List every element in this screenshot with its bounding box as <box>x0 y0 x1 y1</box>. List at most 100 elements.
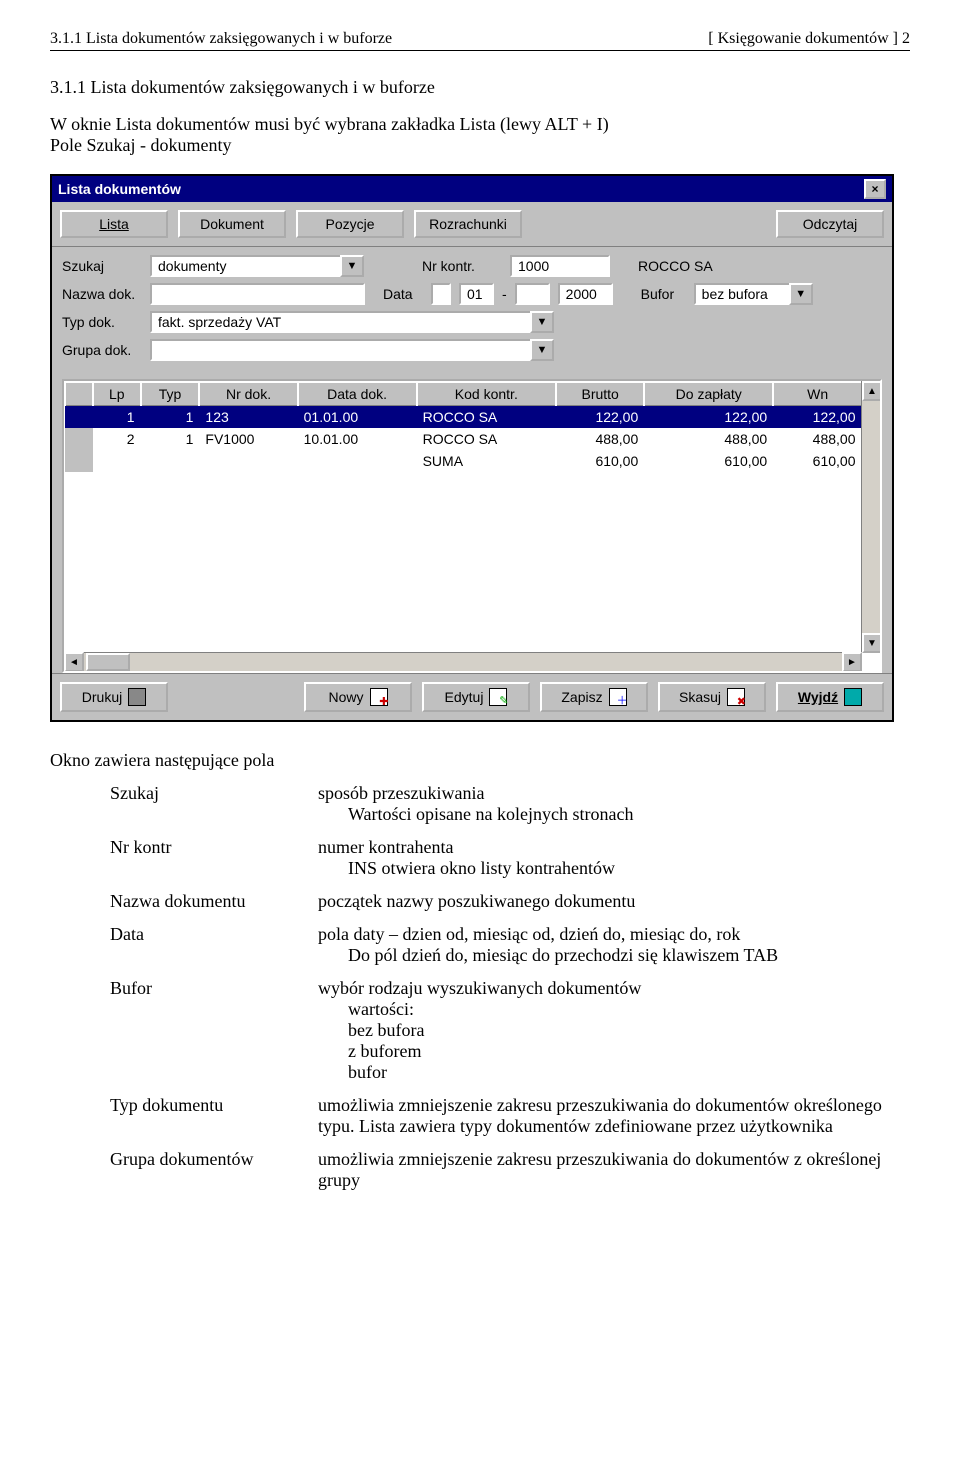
scroll-down-icon[interactable]: ▼ <box>862 633 882 653</box>
chevron-down-icon[interactable]: ▼ <box>789 283 813 305</box>
definition-term: Typ dokumentu <box>50 1089 314 1143</box>
definition-term: Bufor <box>50 972 314 1089</box>
scroll-left-icon[interactable]: ◄ <box>64 652 84 672</box>
grupa-dok-input[interactable] <box>150 339 530 361</box>
nr-kontr-label: Nr kontr. <box>422 258 502 274</box>
definition-desc: sposób przeszukiwaniaWartości opisane na… <box>314 777 910 831</box>
definition-row: Buforwybór rodzaju wyszukiwanych dokumen… <box>50 972 910 1089</box>
col-kod[interactable]: Kod kontr. <box>417 382 556 406</box>
col-nr[interactable]: Nr dok. <box>199 382 297 406</box>
tab-dokument[interactable]: Dokument <box>178 210 286 238</box>
bottom-toolbar: Drukuj Nowy Edytuj Zapisz Skasuj Wyjdź <box>52 673 892 720</box>
page-header-right: [ Księgowanie dokumentów ] 2 <box>708 30 910 48</box>
delete-icon <box>727 688 745 706</box>
new-button[interactable]: Nowy <box>304 682 412 712</box>
horizontal-scrollbar[interactable]: ◄ ► <box>64 652 862 671</box>
page-header: 3.1.1 Lista dokumentów zaksięgowanych i … <box>50 30 910 51</box>
date-extra[interactable] <box>431 283 451 305</box>
col-doz[interactable]: Do zapłaty <box>644 382 773 406</box>
print-button[interactable]: Drukuj <box>60 682 168 712</box>
table-row[interactable]: 2 1 FV1000 10.01.00 ROCCO SA 488,00 488,… <box>65 428 862 450</box>
col-lp[interactable]: Lp <box>93 382 141 406</box>
save-button[interactable]: Zapisz <box>540 682 648 712</box>
bufor-label: Bufor <box>641 286 686 302</box>
bufor-combo[interactable]: ▼ <box>694 283 813 305</box>
tab-pozycje[interactable]: Pozycje <box>296 210 404 238</box>
app-window: Lista dokumentów × Lista Dokument Pozycj… <box>50 174 894 722</box>
definition-row: Grupa dokumentówumożliwia zmniejszenie z… <box>50 1143 910 1197</box>
grupa-dok-combo[interactable]: ▼ <box>150 339 554 361</box>
section-title: 3.1.1 Lista dokumentów zaksięgowanych i … <box>50 77 910 98</box>
szukaj-input[interactable] <box>150 255 340 277</box>
definition-row: Nazwa dokumentupoczątek nazwy poszukiwan… <box>50 885 910 918</box>
page-header-left: 3.1.1 Lista dokumentów zaksięgowanych i … <box>50 30 392 48</box>
definition-desc: umożliwia zmniejszenie zakresu przeszuki… <box>314 1089 910 1143</box>
definition-row: Typ dokumentuumożliwia zmniejszenie zakr… <box>50 1089 910 1143</box>
col-wn[interactable]: Wn <box>773 382 861 406</box>
definition-desc: początek nazwy poszukiwanego dokumentu <box>314 885 910 918</box>
documents-table: Lp Typ Nr dok. Data dok. Kod kontr. Brut… <box>64 381 862 472</box>
date-month[interactable] <box>515 283 550 305</box>
nazwa-dok-label: Nazwa dok. <box>62 286 142 302</box>
edit-icon <box>489 688 507 706</box>
read-button[interactable]: Odczytaj <box>776 210 884 238</box>
col-typ[interactable]: Typ <box>141 382 200 406</box>
scroll-right-icon[interactable]: ► <box>842 652 862 672</box>
window-title: Lista dokumentów <box>58 181 181 197</box>
nr-kontr-input[interactable] <box>510 255 610 277</box>
search-form: Szukaj ▼ Nr kontr. ROCCO SA Nazwa dok. D… <box>52 247 892 375</box>
chevron-down-icon[interactable]: ▼ <box>340 255 364 277</box>
kontrahent-readout: ROCCO SA <box>638 258 713 274</box>
table-row[interactable]: 1 1 123 01.01.00 ROCCO SA 122,00 122,00 … <box>65 406 862 429</box>
definition-term: Szukaj <box>50 777 314 831</box>
bufor-input[interactable] <box>694 283 789 305</box>
vertical-scrollbar[interactable]: ▲ ▼ <box>861 381 880 653</box>
intro-text: W oknie Lista dokumentów musi być wybran… <box>50 114 910 156</box>
definition-row: Datapola daty – dzien od, miesiąc od, dz… <box>50 918 910 972</box>
delete-button[interactable]: Skasuj <box>658 682 766 712</box>
definition-desc: umożliwia zmniejszenie zakresu przeszuki… <box>314 1143 910 1197</box>
grid: Lp Typ Nr dok. Data dok. Kod kontr. Brut… <box>62 379 882 673</box>
col-brutto[interactable]: Brutto <box>556 382 644 406</box>
chevron-down-icon[interactable]: ▼ <box>530 311 554 333</box>
szukaj-combo[interactable]: ▼ <box>150 255 364 277</box>
date-year[interactable] <box>558 283 613 305</box>
new-icon <box>370 688 388 706</box>
definition-term: Nr kontr <box>50 831 314 885</box>
nazwa-dok-input[interactable] <box>150 283 365 305</box>
close-icon[interactable]: × <box>864 179 886 199</box>
save-icon <box>609 688 627 706</box>
typ-dok-label: Typ dok. <box>62 314 142 330</box>
definition-desc: numer kontrahentaINS otwiera okno listy … <box>314 831 910 885</box>
data-label: Data <box>383 286 423 302</box>
definition-term: Nazwa dokumentu <box>50 885 314 918</box>
szukaj-label: Szukaj <box>62 258 142 274</box>
exit-icon <box>844 688 862 706</box>
definition-desc: pola daty – dzien od, miesiąc od, dzień … <box>314 918 910 972</box>
chevron-down-icon[interactable]: ▼ <box>530 339 554 361</box>
sum-row: SUMA 610,00 610,00 610,00 <box>65 450 862 472</box>
col-marker <box>65 382 93 406</box>
definitions-table: Szukajsposób przeszukiwaniaWartości opis… <box>50 777 910 1197</box>
tab-lista[interactable]: Lista <box>60 210 168 238</box>
scroll-thumb[interactable] <box>86 653 130 671</box>
definition-row: Nr kontrnumer kontrahentaINS otwiera okn… <box>50 831 910 885</box>
tab-bar: Lista Dokument Pozycje Rozrachunki Odczy… <box>52 202 892 247</box>
date-day[interactable] <box>459 283 494 305</box>
definition-row: Szukajsposób przeszukiwaniaWartości opis… <box>50 777 910 831</box>
scroll-up-icon[interactable]: ▲ <box>862 381 882 401</box>
tab-rozrachunki[interactable]: Rozrachunki <box>414 210 522 238</box>
table-body: 1 1 123 01.01.00 ROCCO SA 122,00 122,00 … <box>65 406 862 473</box>
definition-term: Grupa dokumentów <box>50 1143 314 1197</box>
printer-icon <box>128 688 146 706</box>
typ-dok-input[interactable] <box>150 311 530 333</box>
typ-dok-combo[interactable]: ▼ <box>150 311 554 333</box>
edit-button[interactable]: Edytuj <box>422 682 530 712</box>
exit-button[interactable]: Wyjdź <box>776 682 884 712</box>
table-header-row: Lp Typ Nr dok. Data dok. Kod kontr. Brut… <box>65 382 862 406</box>
title-bar: Lista dokumentów × <box>52 176 892 202</box>
col-data[interactable]: Data dok. <box>298 382 417 406</box>
grupa-dok-label: Grupa dok. <box>62 342 142 358</box>
defs-intro: Okno zawiera następujące pola <box>50 750 910 771</box>
definition-term: Data <box>50 918 314 972</box>
